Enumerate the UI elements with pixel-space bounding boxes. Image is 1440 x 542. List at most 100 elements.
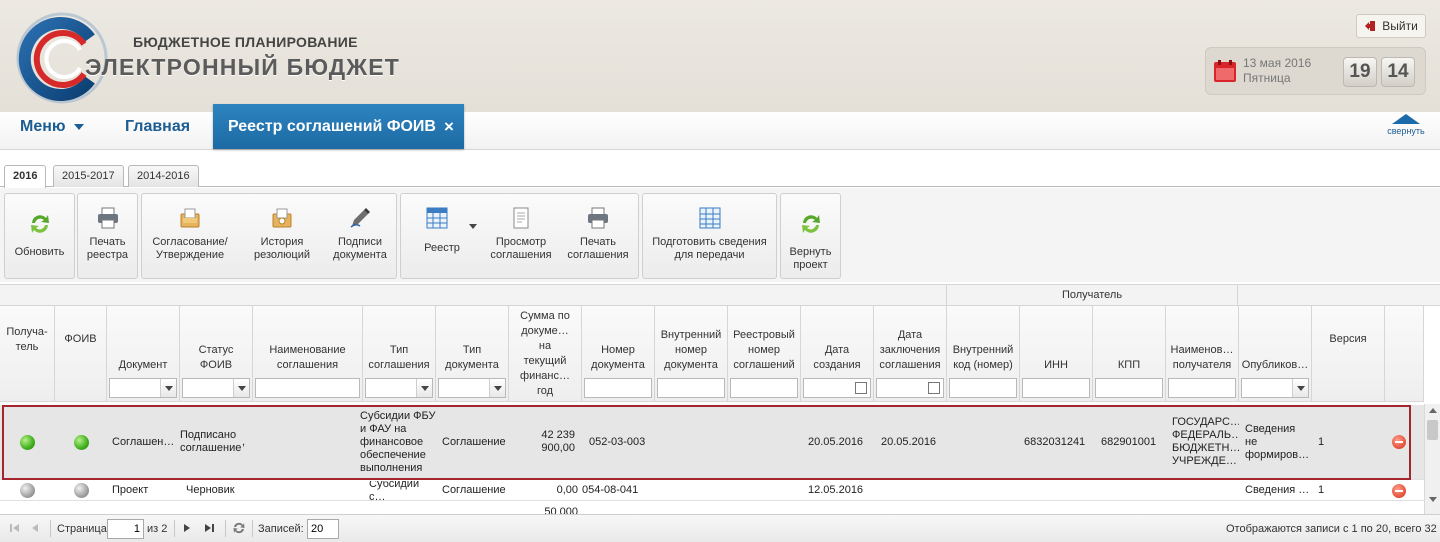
document-type-filter[interactable] <box>438 378 506 398</box>
history-folder-icon <box>272 208 292 228</box>
foiv-status-cell <box>55 405 107 479</box>
tab-year-2016[interactable]: 2016 <box>4 165 47 188</box>
status-filter[interactable] <box>182 378 250 398</box>
close-icon[interactable]: × <box>444 117 454 137</box>
scroll-down-icon[interactable] <box>1429 497 1437 502</box>
document-signatures-label: Подписи документа <box>333 236 387 261</box>
amount-cell: 42 239 900,00 <box>541 429 575 454</box>
tab-agreements-registry[interactable]: Реестр соглашений ФОИВ × <box>213 104 464 149</box>
tab-year-2014-2016[interactable]: 2014-2016 <box>128 165 199 187</box>
last-page-icon[interactable] <box>202 521 216 535</box>
chevron-down-icon[interactable] <box>489 379 505 397</box>
print-registry-button[interactable]: Печать реестра <box>78 194 137 278</box>
col-created-date[interactable]: Дата создания <box>801 306 874 402</box>
view-agreement-button[interactable]: Просмотр соглашения <box>486 194 556 278</box>
table-row[interactable]: 50 000 <box>0 502 1424 514</box>
remove-icon[interactable] <box>1392 435 1406 449</box>
calendar-icon[interactable] <box>855 382 867 394</box>
col-kpp[interactable]: КПП <box>1093 306 1166 402</box>
col-registry-number[interactable]: Реестровый номер соглашений <box>728 306 801 402</box>
chevron-down-icon[interactable] <box>160 379 176 397</box>
brand-title: ЭЛЕКТРОННЫЙ БЮДЖЕТ <box>85 54 401 80</box>
col-recipient-status[interactable]: Получа- тель <box>0 306 55 402</box>
prepare-transfer-label: Подготовить сведения для передачи <box>652 236 767 261</box>
registry-dropdown-button[interactable]: Реестр <box>409 194 477 278</box>
col-amount[interactable]: Сумма по докуме… на текущий финанс… год <box>509 306 582 402</box>
published-filter[interactable] <box>1241 378 1309 398</box>
col-header-label: Тип соглашения <box>368 344 430 371</box>
chevron-down-icon[interactable] <box>233 379 249 397</box>
chevron-down-icon[interactable] <box>1292 379 1308 397</box>
clock-hours: 19 <box>1343 57 1377 87</box>
scroll-up-icon[interactable] <box>1429 408 1437 413</box>
next-page-icon[interactable] <box>180 521 194 535</box>
registry-number-filter[interactable] <box>730 378 798 398</box>
return-project-button[interactable]: Вернуть проект <box>781 194 840 278</box>
app-header: БЮДЖЕТНОЕ ПЛАНИРОВАНИЕ ЭЛЕКТРОННЫЙ БЮДЖЕ… <box>0 0 1440 112</box>
concluded-date-filter[interactable] <box>876 378 944 398</box>
col-status[interactable]: Статус ФОИВ <box>180 306 253 402</box>
recipient-name-filter[interactable] <box>1168 378 1236 398</box>
collapse-arrow-icon <box>1392 114 1420 124</box>
records-per-page-input[interactable] <box>307 519 339 539</box>
col-concluded-date[interactable]: Дата заключения соглашения <box>874 306 947 402</box>
col-header-label: Версия <box>1329 333 1367 345</box>
amount-cell: 50 000 <box>544 506 578 514</box>
tab-year-2015-2017[interactable]: 2015-2017 <box>53 165 124 187</box>
document-number-cell: 052-03-003 <box>589 435 646 448</box>
inn-filter[interactable] <box>1022 378 1090 398</box>
chevron-down-icon <box>469 224 477 229</box>
table-row[interactable]: Проект Черновик Субсидии с… Соглашение 0… <box>0 481 1424 501</box>
resolution-history-button[interactable]: История резолюций <box>246 194 318 278</box>
kpp-filter[interactable] <box>1095 378 1163 398</box>
col-foiv-status[interactable]: ФОИВ <box>55 306 107 402</box>
page-number-input[interactable] <box>107 519 144 539</box>
col-internal-doc-number[interactable]: Внутренний номер документа <box>655 306 728 402</box>
menu-dropdown[interactable]: Меню <box>20 118 84 136</box>
document-signatures-button[interactable]: Подписи документа <box>324 194 396 278</box>
scroll-thumb[interactable] <box>1427 420 1438 440</box>
col-recipient-name[interactable]: Наименов… получателя <box>1166 306 1239 402</box>
refresh-icon[interactable] <box>232 521 246 535</box>
col-agreement-name[interactable]: Наименование соглашения <box>253 306 363 402</box>
internal-code-filter[interactable] <box>949 378 1017 398</box>
col-version[interactable]: Версия <box>1312 306 1385 402</box>
col-published[interactable]: Опубликов… <box>1239 306 1312 402</box>
first-page-icon[interactable] <box>8 521 22 535</box>
chevron-down-icon[interactable] <box>416 379 432 397</box>
document-number-filter[interactable] <box>584 378 652 398</box>
col-document[interactable]: Документ <box>107 306 180 402</box>
col-document-number[interactable]: Номер документа <box>582 306 655 402</box>
col-internal-code[interactable]: Внутренний код (номер) <box>947 306 1020 402</box>
agreement-type-filter[interactable] <box>365 378 433 398</box>
table-row[interactable]: Соглашен… Подписано соглашение , Субсиди… <box>0 405 1424 480</box>
col-agreement-type[interactable]: Тип соглашения <box>363 306 436 402</box>
print-agreement-button[interactable]: Печать соглашения <box>564 194 632 278</box>
calendar-icon[interactable] <box>928 382 940 394</box>
col-header-label: Наименов… получателя <box>1170 344 1234 371</box>
document-cell: Соглашен… <box>112 435 175 448</box>
internal-doc-number-filter[interactable] <box>657 378 725 398</box>
approval-button[interactable]: Согласование/ Утверждение <box>146 194 234 278</box>
year-tabs: 2016 2015-2017 2014-2016 <box>0 160 1440 188</box>
status-grey-icon <box>20 483 35 498</box>
created-date-filter[interactable] <box>803 378 871 398</box>
col-header-label: Реестровый номер соглашений <box>733 329 795 371</box>
agreement-name-filter[interactable] <box>255 378 360 398</box>
logout-button[interactable]: Выйти <box>1356 14 1426 38</box>
remove-icon[interactable] <box>1392 483 1406 498</box>
print-registry-label: Печать реестра <box>86 236 129 261</box>
grid-vertical-scrollbar[interactable] <box>1424 404 1440 514</box>
concluded-date-cell: 20.05.2016 <box>881 435 937 448</box>
nav-home-link[interactable]: Главная <box>125 118 190 136</box>
document-filter[interactable] <box>109 378 177 398</box>
prepare-transfer-button[interactable]: Подготовить сведения для передачи <box>643 194 776 278</box>
col-document-type[interactable]: Тип документа <box>436 306 509 402</box>
refresh-button[interactable]: Обновить <box>5 194 74 278</box>
col-header-label: Документ <box>118 359 168 371</box>
pagination-bar: Страница из 2 Записей: Отображаются запи… <box>0 514 1440 542</box>
col-inn[interactable]: ИНН <box>1020 306 1093 402</box>
document-cell: Проект <box>112 484 149 496</box>
previous-page-icon[interactable] <box>28 521 42 535</box>
collapse-header-button[interactable]: свернуть <box>1382 114 1430 136</box>
